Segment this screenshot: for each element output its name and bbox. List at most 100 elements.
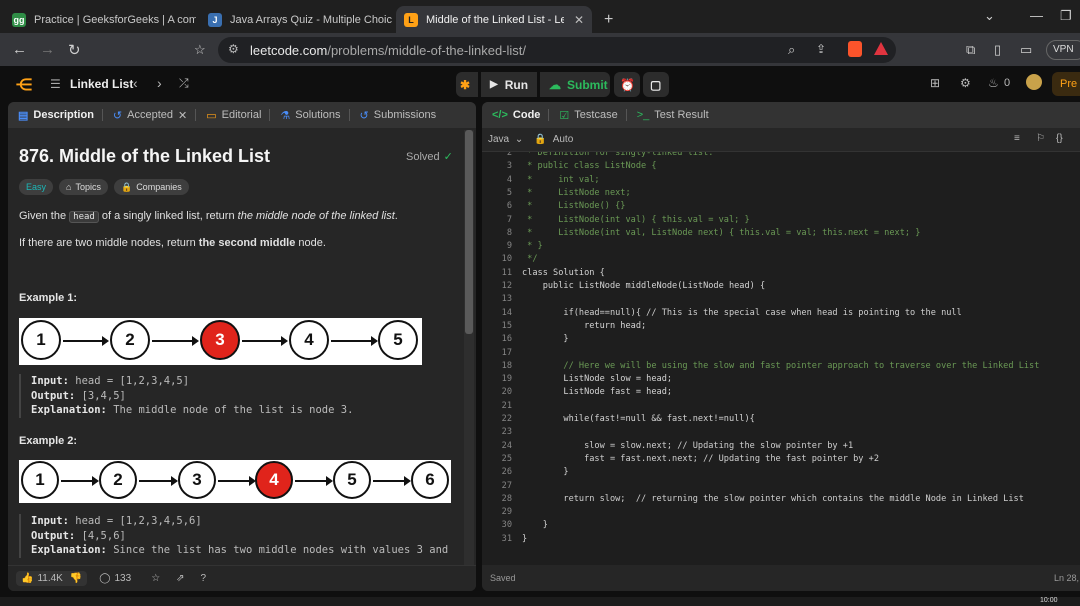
avatar[interactable]: [1026, 74, 1042, 90]
code-line[interactable]: 8 * ListNode(int val, ListNode next) { t…: [482, 228, 1080, 241]
code-line[interactable]: 3 * public class ListNode {: [482, 161, 1080, 174]
code-line[interactable]: 28 return slow; // returning the slow po…: [482, 494, 1080, 507]
format-icon[interactable]: ≡: [1014, 133, 1020, 144]
debug-button[interactable]: ✱: [456, 72, 478, 97]
code-line[interactable]: 17: [482, 348, 1080, 361]
scrollbar[interactable]: [464, 130, 474, 566]
comments-button[interactable]: ◯ 133: [99, 573, 131, 584]
code-line[interactable]: 26 }: [482, 467, 1080, 480]
tab-accepted[interactable]: ↺ Accepted ✕: [113, 109, 187, 122]
code-line[interactable]: 23: [482, 427, 1080, 440]
prev-problem-icon[interactable]: ‹: [133, 75, 138, 91]
url-input[interactable]: ⚙ leetcode.com/problems/middle-of-the-li…: [218, 37, 896, 63]
new-tab-icon[interactable]: +: [596, 6, 618, 33]
code-line[interactable]: 5 * ListNode next;: [482, 188, 1080, 201]
code-line[interactable]: 16 }: [482, 334, 1080, 347]
close-tab-icon[interactable]: ✕: [574, 13, 584, 27]
forward-icon[interactable]: →: [40, 41, 55, 58]
code-line[interactable]: 27: [482, 481, 1080, 494]
layout-grid-icon[interactable]: ⊞: [930, 76, 940, 90]
tab-testcase[interactable]: ☑ Testcase: [559, 109, 617, 122]
bookmark-icon[interactable]: ☆: [194, 42, 206, 58]
notes-button[interactable]: ▢: [643, 72, 669, 97]
timer-button[interactable]: ⏰: [614, 72, 640, 97]
code-text: if(head==null){ // This is the special c…: [522, 307, 962, 318]
restore-icon[interactable]: ❐: [1060, 8, 1072, 24]
extensions-icon[interactable]: ⧉: [966, 42, 975, 58]
sidebar-icon[interactable]: ▯: [994, 42, 1001, 58]
code-editor[interactable]: 2 * Definition for singly-linked list. 3 …: [482, 152, 1080, 550]
minimize-icon[interactable]: —: [1030, 8, 1043, 23]
browser-tab-gfg[interactable]: gg Practice | GeeksforGeeks | A computi: [4, 6, 196, 33]
reload-icon[interactable]: ↻: [68, 41, 81, 59]
code-line[interactable]: 13: [482, 294, 1080, 307]
problem-list-label[interactable]: Linked List: [70, 77, 133, 91]
thumbs-down-icon[interactable]: 👎: [70, 573, 82, 584]
code-line[interactable]: 2 * Definition for singly-linked list.: [482, 152, 1080, 161]
code-line[interactable]: 11 class Solution {: [482, 268, 1080, 281]
vpn-button[interactable]: VPN: [1046, 40, 1080, 60]
braces-icon[interactable]: {}: [1056, 133, 1063, 144]
back-icon[interactable]: ←: [12, 41, 27, 58]
tab-editorial[interactable]: ▭ Editorial: [206, 109, 261, 122]
autocomplete-mode[interactable]: 🔒 Auto: [534, 134, 573, 145]
code-line[interactable]: 20 ListNode fast = head;: [482, 387, 1080, 400]
submit-button[interactable]: ☁ Submit: [540, 72, 610, 97]
code-line[interactable]: 10 */: [482, 254, 1080, 267]
browser-tab-quiz[interactable]: J Java Arrays Quiz - Multiple Choice Q: [200, 6, 392, 33]
code-line[interactable]: 12 public ListNode middleNode(ListNode h…: [482, 281, 1080, 294]
code-line[interactable]: 18 // Here we will be using the slow and…: [482, 361, 1080, 374]
list-node: 5: [378, 320, 418, 360]
code-line[interactable]: 14 if(head==null){ // This is the specia…: [482, 308, 1080, 321]
zoom-icon[interactable]: ⌕: [788, 42, 795, 58]
code-line[interactable]: 30 }: [482, 520, 1080, 533]
site-info-icon[interactable]: ⚙: [228, 42, 239, 56]
settings-gear-icon[interactable]: ⚙: [960, 76, 971, 90]
companies-pill[interactable]: 🔒 Companies: [113, 179, 189, 195]
tab-solutions-label: Solutions: [295, 109, 341, 121]
code-line[interactable]: 7 * ListNode(int val) { this.val = val; …: [482, 215, 1080, 228]
code-line[interactable]: 6 * ListNode() {}: [482, 201, 1080, 214]
language-select[interactable]: Java ⌄: [488, 134, 523, 145]
code-line[interactable]: 31}: [482, 534, 1080, 547]
code-line[interactable]: 15 return head;: [482, 321, 1080, 334]
code-line[interactable]: 29: [482, 507, 1080, 520]
run-button[interactable]: ▶ Run: [481, 72, 537, 97]
streak-fire-icon[interactable]: ♨: [988, 76, 999, 90]
tab-search-icon[interactable]: ⌄: [984, 8, 995, 24]
scrollbar-thumb[interactable]: [465, 130, 473, 334]
line-number: 14: [501, 307, 512, 318]
code-text: fast = fast.next.next; // Updating the f…: [522, 453, 879, 464]
code-line[interactable]: 19 ListNode slow = head;: [482, 374, 1080, 387]
bookmark-icon[interactable]: ⚐: [1036, 133, 1045, 144]
tab-submissions[interactable]: ↺ Submissions: [360, 109, 437, 122]
tab-description[interactable]: ▤ Description: [18, 109, 94, 122]
code-line[interactable]: 4 * int val;: [482, 175, 1080, 188]
brave-shield-icon[interactable]: [848, 41, 862, 57]
arrow: [242, 336, 288, 346]
code-line[interactable]: 22 while(fast!=null && fast.next!=null){: [482, 414, 1080, 427]
leetcode-logo-icon[interactable]: ⋲: [16, 75, 32, 95]
share-icon[interactable]: ⇗: [176, 573, 184, 584]
close-icon[interactable]: ✕: [178, 109, 187, 122]
code-line[interactable]: 25 fast = fast.next.next; // Updating th…: [482, 454, 1080, 467]
tab-code[interactable]: </> Code: [492, 109, 540, 121]
like-button[interactable]: 👍 11.4K 👎: [16, 571, 88, 586]
next-problem-icon[interactable]: ›: [157, 75, 162, 91]
share-icon[interactable]: ⇪: [816, 42, 826, 56]
browser-tab-leetcode[interactable]: L Middle of the Linked List - LeetC ✕: [396, 6, 592, 33]
help-icon[interactable]: ?: [201, 573, 207, 584]
wallet-icon[interactable]: ▭: [1020, 42, 1032, 58]
premium-button[interactable]: Pre: [1052, 72, 1080, 96]
tab-solutions[interactable]: ⚗ Solutions: [280, 109, 340, 122]
random-problem-icon[interactable]: ⤮: [179, 76, 189, 91]
star-icon[interactable]: ☆: [151, 573, 160, 584]
code-line[interactable]: 21: [482, 401, 1080, 414]
topics-pill[interactable]: ⌂ Topics: [59, 179, 108, 195]
code-text: slow = slow.next; // Updating the slow p…: [522, 440, 854, 451]
code-line[interactable]: 9 * }: [482, 241, 1080, 254]
code-line[interactable]: 24 slow = slow.next; // Updating the slo…: [482, 441, 1080, 454]
tab-test-result[interactable]: >_ Test Result: [637, 109, 709, 121]
line-number: 5: [506, 187, 512, 198]
brave-rewards-icon[interactable]: [874, 42, 888, 55]
